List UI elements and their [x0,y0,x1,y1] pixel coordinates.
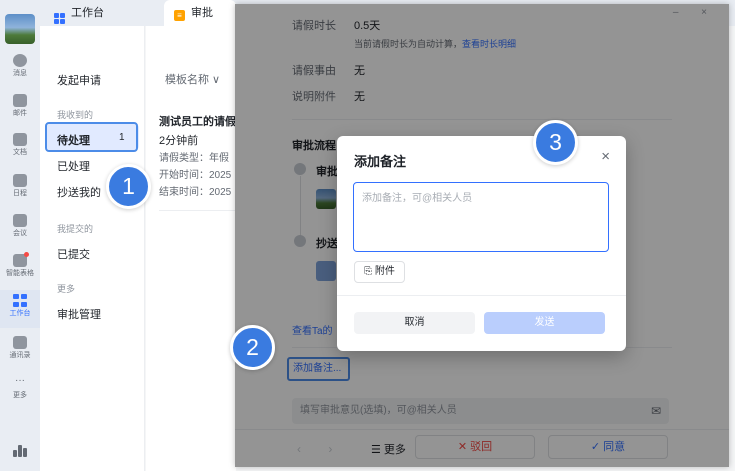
more-dots-icon: ··· [15,375,25,386]
rail-item-meeting[interactable]: 会议 [0,210,40,248]
sidebar-item-handled[interactable]: 已处理 [57,158,90,174]
sidebar-header-submitted: 我提交的 [57,224,94,234]
document-icon [13,133,27,146]
approval-app: 消息 邮件 文档 日程 会议 智能表格 工作台 通讯录 ··· 更多 工作台 ≡… [0,0,735,471]
left-rail: 消息 邮件 文档 日程 会议 智能表格 工作台 通讯录 ··· 更多 [0,0,40,471]
step-callout-3: 3 [533,120,578,165]
sidebar-header-more: 更多 [57,284,76,294]
workbench-tab-icon [54,13,65,24]
attach-button[interactable]: ⎘ 附件 [354,261,405,283]
sidebar-item-cc[interactable]: 抄送我的 [57,184,101,200]
approval-tab-icon: ≡ [174,10,185,21]
sidebar-item-manage[interactable]: 审批管理 [57,306,101,322]
rail-item-more[interactable]: ··· 更多 [0,372,40,410]
close-icon[interactable]: × [601,149,610,164]
cancel-button[interactable]: 取消 [354,312,475,334]
approval-list: 模板名称 ∨ 测试员工的请假 2分钟前 请假类型：年假 开始时间：2025 结束… [146,26,249,471]
approval-sidebar: 发起申请 我收到的 待处理 1 已处理 抄送我的 我提交的 已提交 更多 审批管… [40,26,145,471]
user-avatar[interactable] [5,14,35,44]
template-filter[interactable]: 模板名称 ∨ [165,71,220,87]
rail-item-contacts[interactable]: 通讯录 [0,332,40,370]
send-button[interactable]: 发送 [484,312,605,334]
calendar-icon [13,174,27,187]
workbench-grid-icon [13,294,27,307]
rail-item-smart-table[interactable]: 智能表格 [0,250,40,288]
notification-dot [24,252,29,257]
step-callout-2: 2 [230,325,275,370]
rail-item-workbench[interactable]: 工作台 [0,290,40,328]
paperclip-icon: ⎘ [364,266,375,277]
rail-item-mail[interactable]: 邮件 [0,90,40,128]
note-textarea[interactable] [353,182,609,252]
chat-icon [13,54,27,67]
tab-workbench[interactable]: 工作台 [44,0,114,26]
rail-item-calendar[interactable]: 日程 [0,170,40,208]
sidebar-header-received: 我收到的 [57,110,94,120]
rail-item-docs[interactable]: 文档 [0,129,40,167]
add-note-dialog: 添加备注 × ⎘ 附件 取消 发送 [337,136,626,351]
sidebar-item-submitted[interactable]: 已提交 [57,246,90,262]
sidebar-item-start[interactable]: 发起申请 [57,72,101,88]
pending-highlight [45,122,138,152]
smart-table-icon [13,252,29,267]
stats-icon[interactable] [13,445,27,457]
dialog-title: 添加备注 [354,154,407,169]
mail-icon [13,94,27,107]
rail-item-messages[interactable]: 消息 [0,50,40,88]
meeting-icon [13,214,27,227]
tab-approval[interactable]: ≡ 审批 [164,0,236,26]
step-callout-1: 1 [106,164,151,209]
org-chart-icon [13,336,27,349]
dialog-divider [337,295,626,296]
